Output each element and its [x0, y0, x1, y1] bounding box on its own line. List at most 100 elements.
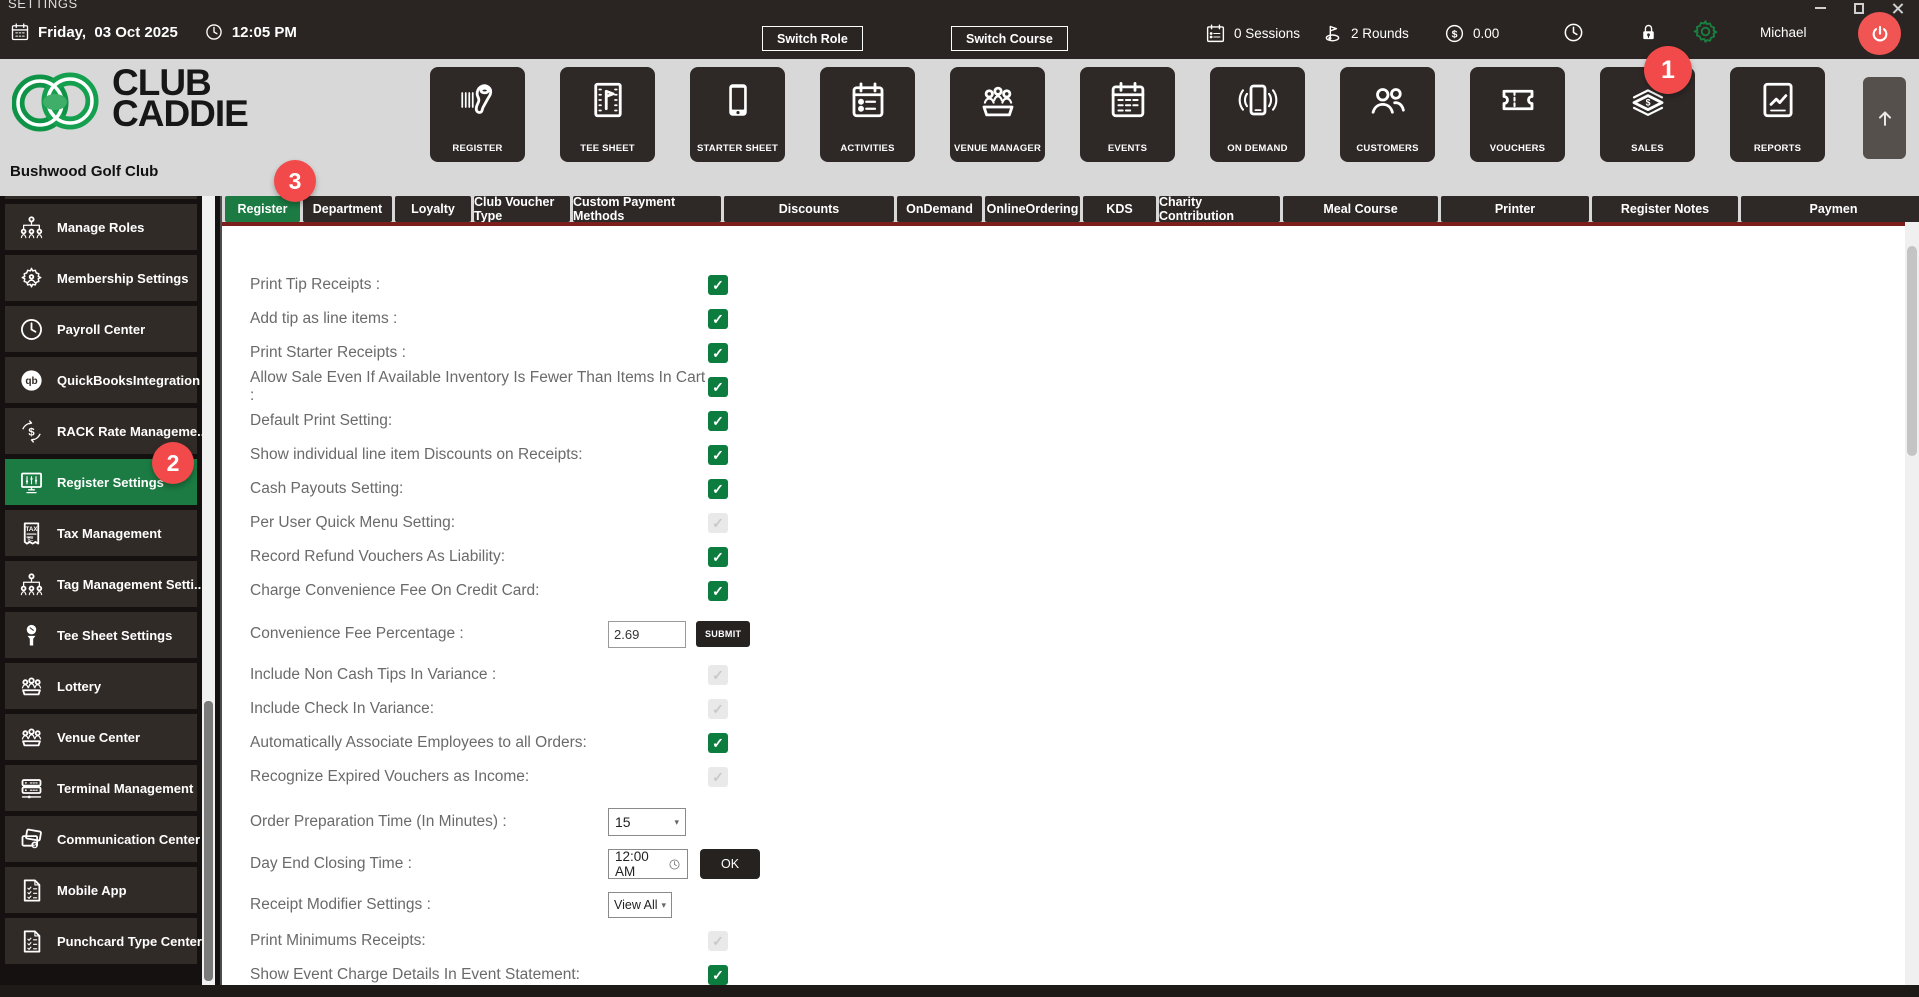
- sidebar-item-payroll-center[interactable]: Payroll Center: [5, 306, 197, 352]
- allow-sale-low-inventory-checkbox[interactable]: ✓: [708, 377, 728, 397]
- include-check-in-variance-checkbox: ✓: [708, 699, 728, 719]
- record-refund-vouchers-liability-checkbox[interactable]: ✓: [708, 547, 728, 567]
- sidebar-item-membership-settings[interactable]: Membership Settings: [5, 255, 197, 301]
- non-cash-tips-in-variance-checkbox: ✓: [708, 665, 728, 685]
- day-end-closing-time-input[interactable]: 12:00 AM: [608, 849, 688, 879]
- print-tip-receipts-checkbox[interactable]: ✓: [708, 275, 728, 295]
- lock-icon[interactable]: [1638, 21, 1659, 44]
- setting-row-cash-payouts-setting: Cash Payouts Setting: ✓: [250, 472, 1859, 506]
- auto-associate-employees-checkbox[interactable]: ✓: [708, 733, 728, 753]
- submit-button[interactable]: SUBMIT: [696, 621, 751, 647]
- tab-register-notes[interactable]: Register Notes: [1592, 196, 1738, 222]
- switch-role-button[interactable]: Switch Role: [762, 26, 863, 51]
- sidebar-item-tag-management-setti[interactable]: Tag Management Setti...: [5, 561, 205, 607]
- setting-label: Per User Quick Menu Setting:: [250, 514, 456, 531]
- register-settings-icon: [18, 469, 45, 496]
- select-value: 15: [615, 814, 631, 830]
- nav-tile-vouchers[interactable]: VOUCHERS: [1470, 67, 1565, 162]
- line-item-discounts-on-receipts-checkbox[interactable]: ✓: [708, 445, 728, 465]
- nav-tile-on-demand[interactable]: ON DEMAND: [1210, 67, 1305, 162]
- content-scrollbar[interactable]: [1905, 222, 1919, 985]
- sidebar-scrollbar[interactable]: [202, 196, 215, 985]
- tab-meal-course[interactable]: Meal Course: [1283, 196, 1438, 222]
- setting-row-auto-associate-employees: Automatically Associate Employees to all…: [250, 726, 1859, 760]
- default-print-setting-checkbox[interactable]: ✓: [708, 411, 728, 431]
- nav-tile-label: SALES: [1631, 143, 1664, 154]
- nav-tile-events[interactable]: EVENTS: [1080, 67, 1175, 162]
- clock-status-icon[interactable]: [1562, 21, 1585, 44]
- switch-course-button[interactable]: Switch Course: [951, 26, 1068, 51]
- tab-ondemand[interactable]: OnDemand: [897, 196, 982, 222]
- sidebar-item-label: Communication Center: [57, 831, 201, 847]
- sidebar-item-lottery[interactable]: Lottery: [5, 663, 197, 709]
- nav-tile-tee-sheet[interactable]: TEE SHEET: [560, 67, 655, 162]
- add-tip-as-line-items-checkbox[interactable]: ✓: [708, 309, 728, 329]
- cash-payouts-setting-checkbox[interactable]: ✓: [708, 479, 728, 499]
- nav-tile-customers[interactable]: CUSTOMERS: [1340, 67, 1435, 162]
- close-icon[interactable]: [1892, 3, 1905, 14]
- sidebar-item-mobile-app[interactable]: Mobile App: [5, 867, 197, 913]
- sidebar-scrollbar-thumb[interactable]: [204, 701, 213, 981]
- restore-icon[interactable]: [1853, 3, 1866, 14]
- scroll-up-button[interactable]: [1863, 77, 1906, 159]
- sidebar-item-terminal-management[interactable]: Terminal Management: [5, 765, 197, 811]
- nav-tile-starter-sheet[interactable]: STARTER SHEET: [690, 67, 785, 162]
- tab-charity-contribution[interactable]: Charity Contribution: [1159, 196, 1280, 222]
- ok-button[interactable]: OK: [700, 849, 760, 879]
- sidebar-item-tee-sheet-settings[interactable]: Tee Sheet Settings: [5, 612, 197, 658]
- user-name: Michael: [1760, 25, 1807, 40]
- svg-text:$: $: [28, 426, 35, 438]
- reports-icon: [1757, 79, 1799, 121]
- convenience-fee-percentage-input[interactable]: [608, 620, 686, 648]
- charge-convenience-fee-checkbox[interactable]: ✓: [708, 581, 728, 601]
- sidebar-item-tax-management[interactable]: TAX $= Tax Management: [5, 510, 197, 556]
- sidebar-item-label: Register Settings: [57, 474, 164, 490]
- top-bar: SETTINGS Friday, 03 Oct 2025 12:05 PM Sw…: [0, 0, 1919, 59]
- setting-label: Include Non Cash Tips In Variance :: [250, 666, 497, 683]
- nav-tile-activities[interactable]: ACTIVITIES: [820, 67, 915, 162]
- sidebar-item-label: QuickBooksIntegration: [57, 372, 201, 388]
- print-starter-receipts-checkbox[interactable]: ✓: [708, 343, 728, 363]
- setting-label: Print Minimums Receipts:: [250, 932, 426, 949]
- setting-label: Record Refund Vouchers As Liability:: [250, 548, 506, 565]
- sidebar-item-punchcard-type-center[interactable]: Punchcard Type Center: [5, 918, 202, 964]
- nav-tile-reports[interactable]: REPORTS: [1730, 67, 1825, 162]
- clock-icon: [204, 22, 224, 42]
- tab-custom-payment-methods[interactable]: Custom Payment Methods: [573, 196, 721, 222]
- nav-tile-register[interactable]: REGISTER: [430, 67, 525, 162]
- setting-label: Automatically Associate Employees to all…: [250, 734, 587, 751]
- nav-tile-label: CUSTOMERS: [1356, 143, 1419, 154]
- minimize-icon[interactable]: [1814, 3, 1827, 14]
- sessions-stat: 0 Sessions: [1205, 23, 1300, 44]
- sidebar-item-manage-roles[interactable]: Manage Roles: [5, 204, 197, 250]
- sidebar-item-venue-center[interactable]: Venue Center: [5, 714, 197, 760]
- power-button[interactable]: [1858, 12, 1901, 55]
- gear-icon[interactable]: [1692, 18, 1719, 45]
- setting-row-include-check-in-variance: Include Check In Variance: ✓: [250, 692, 1859, 726]
- tab-kds[interactable]: KDS: [1083, 196, 1156, 222]
- sidebar-item-communication-center[interactable]: $ Communication Center: [5, 816, 201, 862]
- tab-onlineordering[interactable]: OnlineOrdering: [985, 196, 1080, 222]
- nav-tile-label: ON DEMAND: [1227, 143, 1288, 154]
- per-user-quick-menu-checkbox: ✓: [708, 513, 728, 533]
- setting-label: Charge Convenience Fee On Credit Card:: [250, 582, 540, 599]
- tab-paymen[interactable]: Paymen: [1741, 196, 1919, 222]
- content-scrollbar-thumb[interactable]: [1907, 246, 1917, 456]
- tab-discounts[interactable]: Discounts: [724, 196, 894, 222]
- tab-loyalty[interactable]: Loyalty: [395, 196, 471, 222]
- doc-list-icon: [18, 928, 45, 955]
- order-preparation-time-select[interactable]: 15 ▾: [608, 808, 686, 836]
- window-controls: [1814, 3, 1905, 14]
- tab-printer[interactable]: Printer: [1441, 196, 1589, 222]
- register-icon: [457, 79, 499, 121]
- nav-tile-venue-manager[interactable]: VENUE MANAGER: [950, 67, 1045, 162]
- receipt-modifier-settings-select[interactable]: View All ▾: [608, 892, 672, 918]
- setting-label: Default Print Setting:: [250, 412, 393, 429]
- sidebar-item-quickbooksintegration[interactable]: qb QuickBooksIntegration: [5, 357, 201, 403]
- annotation-badge-2: 2: [152, 442, 194, 484]
- setting-label: Show Event Charge Details In Event State…: [250, 966, 580, 983]
- tab-department[interactable]: Department: [303, 196, 392, 222]
- show-event-charge-details-checkbox[interactable]: ✓: [708, 965, 728, 985]
- tab-club-voucher-type[interactable]: Club Voucher Type: [474, 196, 570, 222]
- setting-row-expired-vouchers-as-income: Recognize Expired Vouchers as Income: ✓: [250, 760, 1859, 794]
